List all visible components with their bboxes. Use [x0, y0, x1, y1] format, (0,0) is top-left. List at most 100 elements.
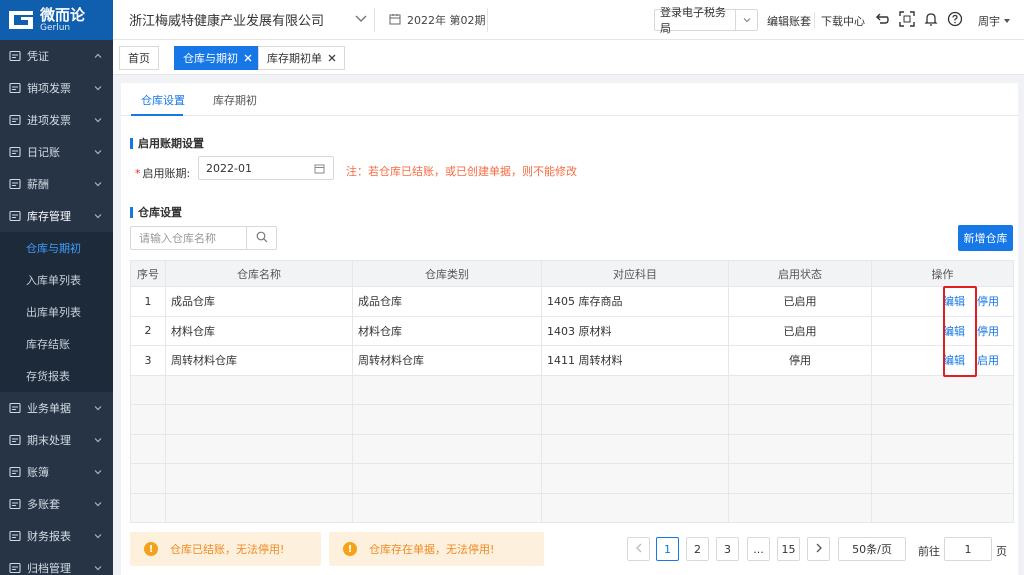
content-area: 仓库设置 库存期初 启用账期设置 * 启用账期: 2022-01 注：若仓库已结账… [113, 75, 1024, 575]
prev-page-button[interactable] [627, 537, 650, 561]
divider [374, 8, 375, 32]
next-page-button[interactable] [807, 537, 830, 561]
sidebar-item[interactable]: 销项发票 [0, 72, 113, 104]
tab-warehouse[interactable]: 仓库与期初 [174, 46, 261, 70]
page-button[interactable]: 2 [686, 537, 709, 561]
warning-docs-banner: ! 仓库存在单据，无法停用! [329, 532, 544, 566]
page-button[interactable]: 15 [777, 537, 800, 561]
journal-icon [8, 145, 22, 159]
warehouse-status: 停用 [728, 345, 872, 376]
edit-link[interactable]: 编辑 [943, 295, 965, 308]
caret-down-icon [1003, 15, 1011, 28]
period-text: 2022年 第02期 [407, 14, 486, 27]
sidebar-item[interactable]: 多账套 [0, 488, 113, 520]
empty-row [130, 374, 1014, 405]
bell-icon[interactable] [923, 11, 939, 27]
brand-name: 微而论 [40, 6, 86, 24]
chevron-down-icon [93, 499, 103, 509]
disable-link[interactable]: 停用 [977, 325, 999, 338]
add-warehouse-button[interactable]: 新增仓库 [958, 225, 1013, 251]
calendar-icon [314, 163, 325, 174]
edit-books-link[interactable]: 编辑账套 [767, 13, 811, 29]
multi-book-icon [8, 497, 22, 511]
subtab-warehouse-settings[interactable]: 仓库设置 [141, 92, 185, 108]
sidebar-subitem[interactable]: 入库单列表 [0, 264, 113, 296]
edit-link[interactable]: 编辑 [943, 354, 965, 367]
tab-home[interactable]: 首页 [119, 46, 159, 70]
top-bar: 微而论 Gerlun 浙江梅威特健康产业发展有限公司 2022年 第02期 登录… [0, 0, 1024, 40]
goto-page-input[interactable]: 1 [944, 537, 992, 561]
sidebar-item-label: 财务报表 [27, 530, 71, 543]
active-tab-indicator [131, 114, 183, 116]
help-icon[interactable] [947, 11, 963, 27]
sidebar-item-label: 账簿 [27, 466, 49, 479]
chevron-down-icon[interactable] [354, 11, 368, 25]
sidebar-subitem[interactable]: 库存结账 [0, 328, 113, 360]
page-unit-label: 页 [996, 545, 1007, 558]
sidebar-item[interactable]: 库存管理 [0, 200, 113, 232]
sidebar-subitem[interactable]: 仓库与期初 [0, 232, 113, 264]
sidebar-item-label: 进项发票 [27, 114, 71, 127]
invoice-out-icon [8, 81, 22, 95]
subtab-inventory-init[interactable]: 库存期初 [213, 92, 257, 108]
warning-icon: ! [144, 542, 158, 556]
tab-label: 库存期初单 [267, 52, 322, 65]
sidebar-item-label: 期末处理 [27, 434, 71, 447]
sidebar-item[interactable]: 财务报表 [0, 520, 113, 552]
period-selector[interactable]: 2022年 第02期 [389, 12, 486, 28]
sidebar-item[interactable]: 期末处理 [0, 424, 113, 456]
tab-label: 仓库与期初 [183, 52, 238, 65]
sidebar-item[interactable]: 凭证 [0, 40, 113, 72]
empty-row [130, 463, 1014, 494]
warehouse-table: 序号 仓库名称 仓库类别 对应科目 启用状态 操作 1 成品仓库 成品仓库 14… [130, 260, 1014, 523]
period-date-picker[interactable]: 2022-01 [198, 156, 334, 180]
table-row: 1 成品仓库 成品仓库 1405 库存商品 已启用 编辑 停用 [130, 286, 1014, 317]
close-icon[interactable] [244, 52, 252, 65]
page-button[interactable]: 1 [656, 537, 679, 561]
sidebar-subitem[interactable]: 存货报表 [0, 360, 113, 392]
warehouse-name: 周转材料仓库 [165, 345, 353, 376]
search-button[interactable] [246, 226, 277, 250]
download-center-link[interactable]: 下载中心 [821, 13, 865, 29]
disable-link[interactable]: 停用 [977, 295, 999, 308]
page-button[interactable]: 3 [716, 537, 739, 561]
sidebar-item[interactable]: 进项发票 [0, 104, 113, 136]
column-header: 序号 [130, 260, 166, 287]
row-number: 1 [130, 286, 166, 317]
sidebar-item[interactable]: 账簿 [0, 456, 113, 488]
sidebar-item-label: 归档管理 [27, 562, 71, 575]
chevron-down-icon[interactable] [735, 10, 757, 30]
sidebar-item-label: 薪酬 [27, 178, 49, 191]
user-menu[interactable]: 周宇 [978, 13, 1011, 29]
tax-bureau-label: 登录电子税务局 [660, 6, 726, 35]
required-mark: * [135, 167, 141, 180]
warehouse-name: 成品仓库 [165, 286, 353, 317]
tabs-bar: 首页 仓库与期初 库存期初单 [113, 40, 1024, 75]
sidebar-subitem[interactable]: 出库单列表 [0, 296, 113, 328]
sidebar: 凭证 销项发票进项发票日记账薪酬库存管理 仓库与期初 入库单列表 出库单列表 库存结账 存货… [0, 40, 113, 575]
undo-icon[interactable] [874, 11, 890, 27]
sidebar-item[interactable]: 日记账 [0, 136, 113, 168]
salary-icon [8, 177, 22, 191]
goto-label: 前往 [918, 545, 940, 558]
empty-row [130, 433, 1014, 464]
company-name[interactable]: 浙江梅威特健康产业发展有限公司 [129, 10, 324, 29]
chevron-down-icon [93, 83, 103, 93]
page-size-select[interactable]: 50条/页 [838, 537, 906, 561]
tax-bureau-login-button[interactable]: 登录电子税务局 [654, 6, 758, 35]
sidebar-item[interactable]: 业务单据 [0, 392, 113, 424]
logo[interactable]: 微而论 Gerlun [0, 0, 113, 40]
chevron-right-icon [815, 543, 823, 556]
page-ellipsis[interactable]: ... [747, 537, 770, 561]
edit-link[interactable]: 编辑 [943, 325, 965, 338]
row-number: 3 [130, 345, 166, 376]
sidebar-item[interactable]: 薪酬 [0, 168, 113, 200]
brand-name-en: Gerlun [40, 23, 71, 33]
tab-inventory-init[interactable]: 库存期初单 [258, 46, 345, 70]
sidebar-item[interactable]: 归档管理 [0, 552, 113, 575]
divider [814, 12, 815, 28]
enable-link[interactable]: 启用 [977, 354, 999, 367]
fullscreen-icon[interactable] [899, 11, 915, 27]
close-icon[interactable] [328, 52, 336, 65]
chevron-down-icon [93, 147, 103, 157]
